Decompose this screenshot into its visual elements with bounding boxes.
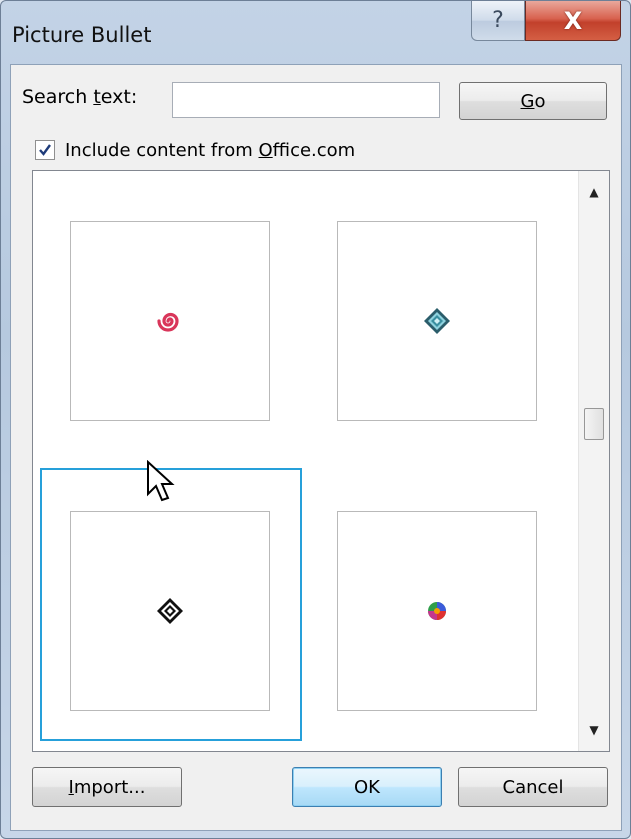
title-bar[interactable]: Picture Bullet ? X [1,1,630,63]
gallery-scrollbar[interactable]: ▲ ▼ [578,171,609,751]
ok-button-label: OK [354,776,380,798]
cancel-button-label: Cancel [502,776,564,798]
ok-button[interactable]: OK [292,767,442,807]
window-title: Picture Bullet [12,23,152,47]
gallery-item-red-spiral[interactable] [70,221,270,421]
search-label-part: Search [22,86,94,108]
multicolor-ball-bullet-icon [428,602,446,620]
search-label-mnemonic: t [93,86,101,108]
search-label-part: ext: [100,86,138,108]
search-input[interactable] [172,82,440,118]
go-button[interactable]: Go [459,82,607,120]
include-office-label[interactable]: Include content from Office.com [65,140,355,161]
gallery-item-teal-diamond[interactable] [337,221,537,421]
teal-diamond-bullet-icon [424,308,450,334]
black-diamond-bullet-icon [157,598,183,624]
include-office-checkbox[interactable] [35,140,55,160]
red-spiral-bullet-icon [157,312,179,332]
gallery-item-black-diamond[interactable] [70,511,270,711]
close-icon: X [563,6,583,35]
picture-gallery[interactable]: ▲ ▼ [32,170,610,752]
include-label-mnemonic: O [258,140,273,161]
include-label-part: Include content from [65,140,259,161]
mouse-cursor-icon [147,460,175,502]
checkmark-icon [39,144,51,156]
help-button[interactable]: ? [471,1,525,41]
help-icon: ? [492,8,504,33]
scroll-up-arrow-icon[interactable]: ▲ [579,177,609,207]
go-button-mnemonic: G [520,90,535,112]
search-text-label: Search text: [22,86,137,108]
gallery-item-multicolor-ball[interactable] [337,511,537,711]
scroll-down-arrow-icon[interactable]: ▼ [579,715,609,745]
go-button-label: o [534,90,546,112]
include-label-part: ffice.com [272,140,356,161]
cancel-button[interactable]: Cancel [458,767,608,807]
scroll-thumb[interactable] [584,408,604,440]
import-button[interactable]: Import... [32,767,182,807]
import-button-label: mport... [73,776,146,798]
close-button[interactable]: X [525,1,621,41]
